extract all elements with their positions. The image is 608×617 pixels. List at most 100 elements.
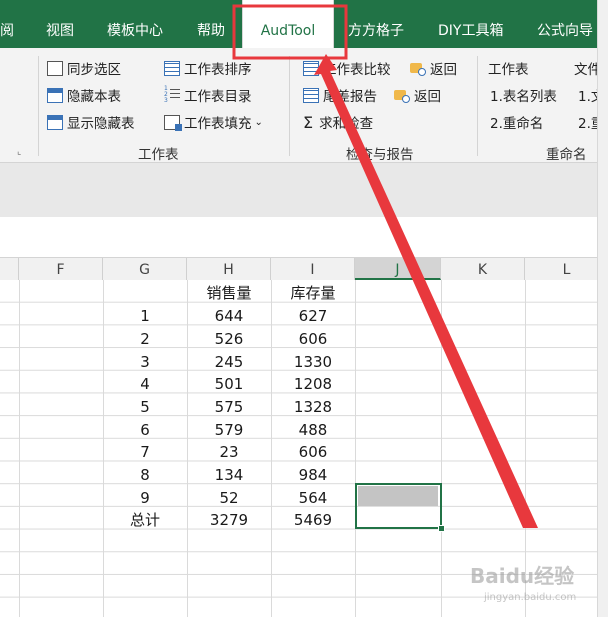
table-cell[interactable]: 1330 <box>271 350 355 372</box>
sync-selection-checkbox[interactable]: 同步选区 <box>47 58 121 78</box>
sort-sheets-button[interactable]: 工作表排序 <box>164 58 252 78</box>
fill-handle[interactable] <box>438 525 445 532</box>
table-cell[interactable]: 526 <box>187 327 271 349</box>
table-cell[interactable]: 575 <box>187 395 271 417</box>
table-cell[interactable]: 245 <box>187 350 271 372</box>
table-cell[interactable]: 564 <box>271 486 355 508</box>
tab-audtool[interactable]: AudTool <box>242 0 334 48</box>
table-cell[interactable]: 644 <box>187 304 271 326</box>
rename-group-label: 重命名 <box>546 147 587 163</box>
table-cell[interactable]: 501 <box>187 372 271 394</box>
worksheet-menu[interactable]: 工作表 <box>488 58 529 78</box>
scrollbar[interactable] <box>597 0 608 617</box>
divider <box>38 56 39 156</box>
table-cell[interactable]: 6 <box>103 418 187 440</box>
watermark-logo: Baidu经验 <box>470 564 575 588</box>
rename-sheets-button[interactable]: 2.重命名 <box>490 112 543 132</box>
tab-formula-wizard[interactable]: 公式向导 <box>537 0 593 48</box>
fill-icon <box>164 114 182 131</box>
sum-check-label: 求和检查 <box>319 116 374 132</box>
window-icon <box>47 87 63 103</box>
tab-fangfang-gezi[interactable]: 方方格子 <box>348 0 404 48</box>
column-header-i[interactable]: I <box>271 258 355 280</box>
sheet-index-button[interactable]: 工作表目录 <box>164 85 252 106</box>
tail-report-label: 尾差报告 <box>323 89 377 105</box>
gridline <box>355 280 356 617</box>
ribbon-tab-bar: 阅 视图 模板中心 帮助 AudTool 方方格子 DIY工具箱 公式向导 <box>0 0 608 48</box>
chevron-down-icon: ⌄ <box>254 116 263 128</box>
tab-review[interactable]: 阅 <box>0 0 14 48</box>
table-cell[interactable]: 7 <box>103 440 187 462</box>
table-cell[interactable]: 3 <box>103 350 187 372</box>
table-cell[interactable]: 1208 <box>271 372 355 394</box>
table-cell[interactable]: 488 <box>271 418 355 440</box>
column-header-g[interactable]: G <box>103 258 187 280</box>
compare-sheets-button[interactable]: 工作表比较 <box>303 58 391 78</box>
gridline <box>19 280 20 617</box>
list-sheet-names-button[interactable]: 1.表名列表 <box>490 85 557 105</box>
return-button-1[interactable]: 返回 <box>410 58 457 78</box>
sum-check-button[interactable]: Σ 求和检查 <box>303 112 374 133</box>
check-report-group-label: 检查与报告 <box>346 147 414 163</box>
sales-header-cell[interactable]: 销售量 <box>187 281 271 303</box>
table-cell[interactable]: 134 <box>187 463 271 485</box>
return-label-2: 返回 <box>414 89 441 105</box>
column-header-partial[interactable] <box>0 258 19 280</box>
fill-sheets-button[interactable]: 工作表填充 ⌄ <box>164 112 263 132</box>
table-cell[interactable]: 4 <box>103 372 187 394</box>
table-cell[interactable]: 1328 <box>271 395 355 417</box>
table-cell[interactable]: 5 <box>103 395 187 417</box>
hide-sheet-label: 隐藏本表 <box>67 89 121 105</box>
numbered-list-icon <box>164 86 180 104</box>
table-cell[interactable]: 8 <box>103 463 187 485</box>
sort-sheets-label: 工作表排序 <box>184 62 252 78</box>
table-cell[interactable]: 23 <box>187 440 271 462</box>
report-icon <box>303 87 319 103</box>
stock-header-cell[interactable]: 库存量 <box>271 281 355 303</box>
show-hidden-button[interactable]: 显示隐藏表 <box>47 112 135 132</box>
watermark-url: jingyan.baidu.com <box>484 592 577 603</box>
return-icon <box>394 88 410 103</box>
cell-selection-range[interactable] <box>355 483 442 529</box>
table-cell[interactable]: 52 <box>187 486 271 508</box>
table-cell[interactable]: 627 <box>271 304 355 326</box>
table-cell[interactable]: 9 <box>103 486 187 508</box>
total-sales-cell[interactable]: 3279 <box>187 508 271 530</box>
table-cell[interactable]: 1 <box>103 304 187 326</box>
dialog-launcher-icon[interactable]: ⌞ <box>17 147 21 157</box>
hide-sheet-button[interactable]: 隐藏本表 <box>47 85 121 105</box>
tab-view[interactable]: 视图 <box>46 0 74 48</box>
table-cell[interactable]: 606 <box>271 440 355 462</box>
sheet-index-label: 工作表目录 <box>184 89 252 105</box>
tail-report-button[interactable]: 尾差报告 <box>303 85 377 105</box>
worksheet-group-label: 工作表 <box>138 147 179 163</box>
quick-access-area <box>0 163 608 217</box>
column-header-h[interactable]: H <box>187 258 271 280</box>
table-cell[interactable]: 579 <box>187 418 271 440</box>
return-button-2[interactable]: 返回 <box>394 85 441 105</box>
total-label-cell[interactable]: 总计 <box>103 508 187 530</box>
fill-sheets-label: 工作表填充 <box>184 116 252 132</box>
window-icon <box>47 114 63 130</box>
formula-bar[interactable] <box>0 217 608 258</box>
sort-grid-icon <box>164 60 180 76</box>
tab-help[interactable]: 帮助 <box>197 0 225 48</box>
table-cell[interactable]: 2 <box>103 327 187 349</box>
sync-selection-label: 同步选区 <box>67 62 121 78</box>
column-header-f[interactable]: F <box>19 258 103 280</box>
table-cell[interactable]: 606 <box>271 327 355 349</box>
table-cell[interactable]: 984 <box>271 463 355 485</box>
tab-template-center[interactable]: 模板中心 <box>107 0 163 48</box>
total-stock-cell[interactable]: 5469 <box>271 508 355 530</box>
column-header-bar: F G H I J K L <box>0 258 608 281</box>
tab-diy-toolbox[interactable]: DIY工具箱 <box>438 0 503 48</box>
column-header-j[interactable]: J <box>355 258 441 280</box>
return-icon <box>410 61 426 76</box>
gridline <box>441 280 442 617</box>
show-hidden-label: 显示隐藏表 <box>67 116 135 132</box>
sigma-icon: Σ <box>303 112 314 132</box>
divider <box>477 56 478 156</box>
divider <box>289 56 290 156</box>
column-header-k[interactable]: K <box>441 258 525 280</box>
column-header-l[interactable]: L <box>525 258 608 280</box>
